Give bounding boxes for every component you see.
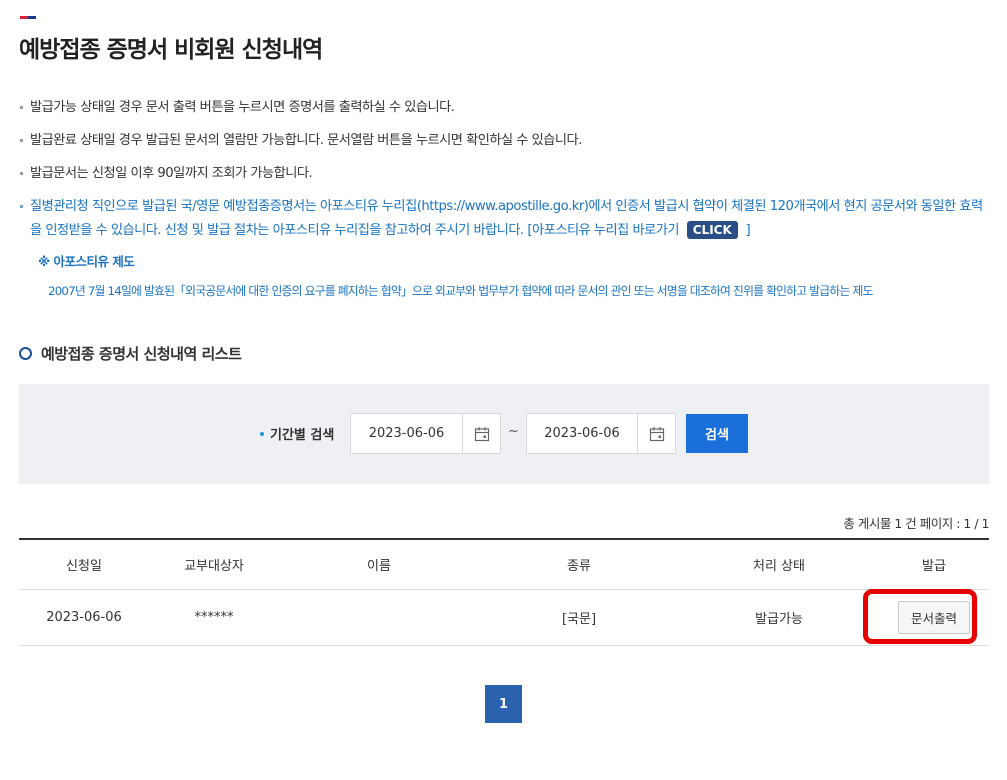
- table-row: 2023-06-06 ****** [국문] 발급가능 문서출력: [19, 590, 989, 646]
- title-flag-icon: [20, 16, 36, 19]
- header-cell: 교부대상자: [184, 559, 244, 574]
- start-date-value[interactable]: 2023-06-06: [351, 426, 462, 441]
- page-title: 예방접종 증명서 비회원 신청내역: [19, 37, 323, 63]
- result-table: 신청일 교부대상자 이름 종류 처리 상태 발급 2023-06-06 ****…: [19, 538, 989, 646]
- apostille-notice: 질병관리청 직인으로 발급된 국/영문 예방접종증명서는 아포스티유 누리집(h…: [20, 195, 992, 243]
- notice-item: 발급문서는 신청일 이후 90일까지 조회가 가능합니다.: [20, 162, 992, 185]
- cell-status: 발급가능: [755, 612, 803, 627]
- bullet-dot-icon: [260, 431, 264, 436]
- header-cell: 종류: [567, 559, 591, 574]
- start-date-input[interactable]: 2023-06-06: [350, 413, 501, 454]
- cell-kind: [국문]: [561, 612, 597, 627]
- notice-item: 발급가능 상태일 경우 문서 출력 버튼을 누르시면 증명서를 출력하실 수 있…: [20, 96, 992, 119]
- search-label-text: 기간별 검색: [270, 428, 335, 443]
- notice-list: 발급가능 상태일 경우 문서 출력 버튼을 누르시면 증명서를 출력하실 수 있…: [20, 96, 992, 243]
- header-cell: 발급: [922, 559, 946, 574]
- search-label: 기간별 검색: [260, 424, 334, 443]
- apostille-sub-description: 2007년 7월 14일에 발효된「외국공문서에 대한 인증의 요구를 폐지하는…: [48, 284, 873, 298]
- highlight-box: [863, 589, 977, 644]
- list-title-text: 예방접종 증명서 신청내역 리스트: [41, 345, 242, 363]
- end-date-value[interactable]: 2023-06-06: [527, 426, 637, 441]
- apostille-click-button[interactable]: CLICK: [686, 221, 738, 239]
- search-panel: 기간별 검색 2023-06-06 ~ 2023-06-06 검색: [19, 384, 989, 484]
- end-date-input[interactable]: 2023-06-06: [526, 413, 676, 454]
- cell-date: 2023-06-06: [46, 610, 122, 625]
- list-section-title: 예방접종 증명서 신청내역 리스트: [19, 343, 242, 364]
- calendar-icon[interactable]: [637, 414, 675, 453]
- search-button[interactable]: 검색: [686, 414, 748, 453]
- post-count: 총 게시물 1 건 페이지 : 1 / 1: [843, 516, 989, 531]
- table-header-row: 신청일 교부대상자 이름 종류 처리 상태 발급: [19, 540, 989, 590]
- notice-item: 발급완료 상태일 경우 발급된 문서의 열람만 가능합니다. 문서열람 버튼을 …: [20, 129, 992, 152]
- circle-bullet-icon: [19, 347, 32, 360]
- apostille-text: 질병관리청 직인으로 발급된 국/영문 예방접종증명서는 아포스티유 누리집(h…: [30, 199, 983, 238]
- apostille-text-end: ]: [745, 223, 751, 238]
- date-range-separator: ~: [508, 424, 519, 439]
- header-cell: 이름: [367, 559, 391, 574]
- header-cell: 처리 상태: [753, 559, 805, 574]
- header-cell: 신청일: [66, 559, 102, 574]
- calendar-icon[interactable]: [462, 414, 500, 453]
- apostille-sub-title: ※ 아포스티유 제도: [38, 254, 135, 269]
- page-button-current[interactable]: 1: [485, 685, 522, 723]
- cell-recipient: ******: [194, 610, 234, 625]
